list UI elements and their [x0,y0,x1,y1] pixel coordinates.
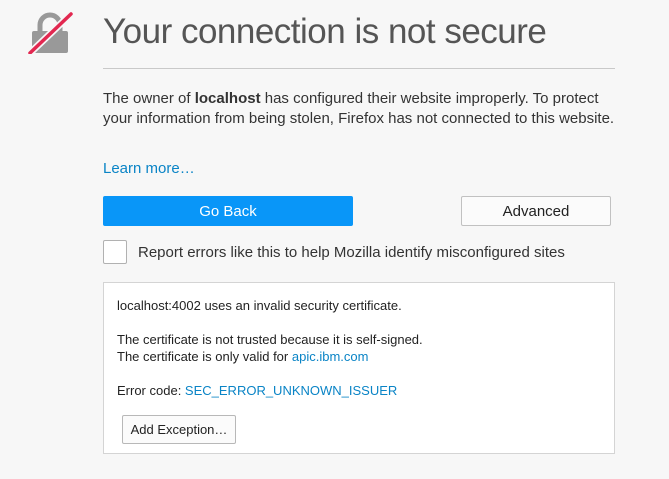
valid-domain-link[interactable]: apic.ibm.com [292,349,369,364]
learn-more-link[interactable]: Learn more… [103,160,195,177]
error-code-link[interactable]: SEC_ERROR_UNKNOWN_ISSUER [185,383,397,398]
advanced-details-panel: localhost:4002 uses an invalid security … [103,282,615,454]
certificate-reason-self-signed: The certificate is not trusted because i… [117,332,423,347]
error-description: The owner of localhost has configured th… [103,89,623,129]
advanced-button[interactable]: Advanced [461,196,611,226]
host-name: localhost [194,90,261,107]
description-text-before: The owner of [103,90,195,107]
error-code-line: Error code: SEC_ERROR_UNKNOWN_ISSUER [117,383,397,398]
title-divider [103,68,615,69]
reason-domain-prefix: The certificate is only valid for [117,349,292,364]
lock-slashed-icon [27,11,77,56]
error-code-prefix: Error code: [117,383,185,398]
report-errors-checkbox[interactable] [103,240,127,264]
go-back-button[interactable]: Go Back [103,196,353,226]
certificate-reason-domain: The certificate is only valid for apic.i… [117,349,368,364]
add-exception-button[interactable]: Add Exception… [122,415,236,444]
report-errors-label: Report errors like this to help Mozilla … [138,244,565,261]
certificate-summary: localhost:4002 uses an invalid security … [117,298,402,313]
page-title: Your connection is not secure [103,12,547,51]
